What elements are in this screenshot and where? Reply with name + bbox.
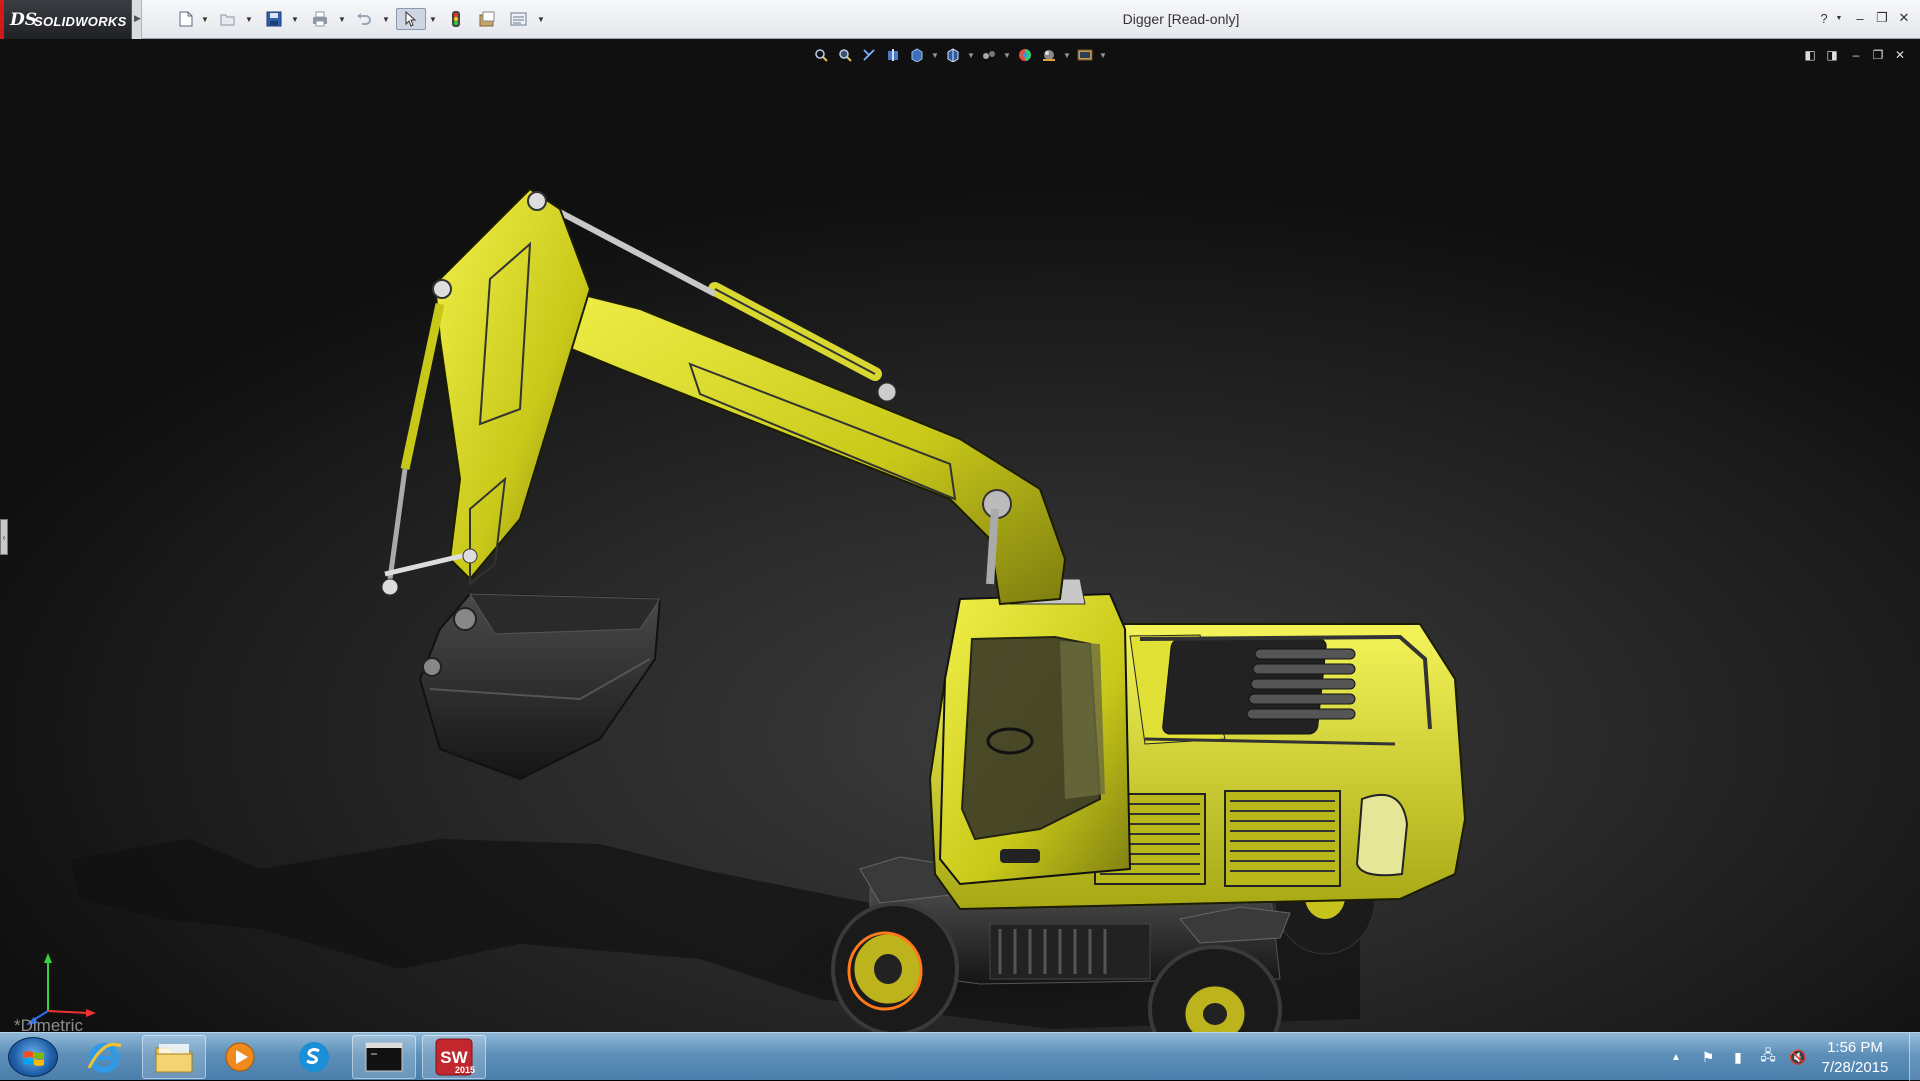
reference-triad <box>26 953 96 1025</box>
rebuild-icon[interactable] <box>446 8 466 30</box>
print-dropdown[interactable]: ▼ <box>337 8 347 30</box>
excavator-bucket <box>418 592 662 781</box>
file-properties-icon[interactable] <box>476 8 498 30</box>
document-title: Digger [Read-only] <box>1122 11 1240 27</box>
ds-logo-icon: DS <box>10 10 38 30</box>
solidworks-version-label: 2015 <box>454 1065 475 1075</box>
chevron-right-icon: ▶ <box>134 13 141 23</box>
help-icon[interactable]: ? <box>1815 9 1833 27</box>
front-wheel <box>831 902 959 1032</box>
excavator-boom <box>522 196 1067 606</box>
network-icon[interactable]: 🖧 <box>1758 1047 1778 1067</box>
media-player-icon[interactable] <box>208 1035 272 1079</box>
minimize-button[interactable]: – <box>1851 9 1869 27</box>
start-button[interactable] <box>8 1037 58 1077</box>
file-explorer-icon[interactable] <box>142 1035 206 1079</box>
show-hidden-icons-icon[interactable]: ▲ <box>1666 1047 1686 1067</box>
logo-accent-bar <box>0 0 4 39</box>
save-dropdown[interactable]: ▼ <box>290 8 300 30</box>
print-icon[interactable] <box>309 8 331 30</box>
brand-name: SOLIDWORKS <box>34 14 127 29</box>
power-battery-icon[interactable]: ▮ <box>1728 1047 1748 1067</box>
save-icon[interactable] <box>264 8 284 30</box>
open-document-icon[interactable] <box>218 8 238 30</box>
view-orientation-label: *Dimetric <box>14 1016 83 1032</box>
options-dropdown[interactable]: ▼ <box>536 8 546 30</box>
command-prompt-icon[interactable] <box>352 1035 416 1079</box>
graphics-area[interactable]: ▼ ▼ ▼ ▼ ▼ ◧ ◨ – ❐ ✕ ‹ *Dimetric <box>0 39 1920 1032</box>
excavator-model[interactable] <box>0 39 1920 1032</box>
operator-cab <box>938 578 1132 886</box>
excavator-stick <box>381 187 592 596</box>
clock-time: 1:56 PM <box>1827 1039 1883 1056</box>
undo-icon[interactable] <box>354 8 374 30</box>
action-center-flag-icon[interactable]: ⚑ <box>1698 1047 1718 1067</box>
menu-flyout-button[interactable]: ▶ <box>132 0 142 39</box>
system-clock[interactable]: 1:56 PM 7/28/2015 <box>1800 1038 1910 1078</box>
clock-date: 7/28/2015 <box>1821 1059 1889 1076</box>
select-dropdown[interactable]: ▼ <box>428 8 438 30</box>
windows-logo-icon <box>24 1051 44 1066</box>
new-dropdown[interactable]: ▼ <box>200 8 210 30</box>
undo-dropdown[interactable]: ▼ <box>381 8 391 30</box>
internet-explorer-icon[interactable] <box>72 1035 136 1079</box>
solidworks-2015-icon[interactable]: SW 2015 <box>422 1035 486 1079</box>
help-dropdown[interactable]: ▼ <box>1834 9 1844 27</box>
show-desktop-button[interactable] <box>1909 1033 1920 1081</box>
title-bar: DS SOLIDWORKS ▶ ▼ ▼ ▼ ▼ ▼ ▼ ▼ Digger [Re… <box>0 0 1920 39</box>
restore-button[interactable]: ❐ <box>1873 9 1891 27</box>
select-icon[interactable] <box>396 8 426 30</box>
options-icon[interactable] <box>508 8 530 30</box>
close-button[interactable]: ✕ <box>1895 9 1913 27</box>
new-document-icon[interactable] <box>176 8 196 30</box>
windows-taskbar: SW 2015 ▲ ⚑ ▮ 🖧 🔇 1:56 PM 7/28/2015 <box>0 1032 1920 1081</box>
skype-icon[interactable] <box>282 1035 346 1079</box>
open-dropdown[interactable]: ▼ <box>244 8 254 30</box>
solidworks-logo[interactable]: DS SOLIDWORKS <box>0 0 132 39</box>
